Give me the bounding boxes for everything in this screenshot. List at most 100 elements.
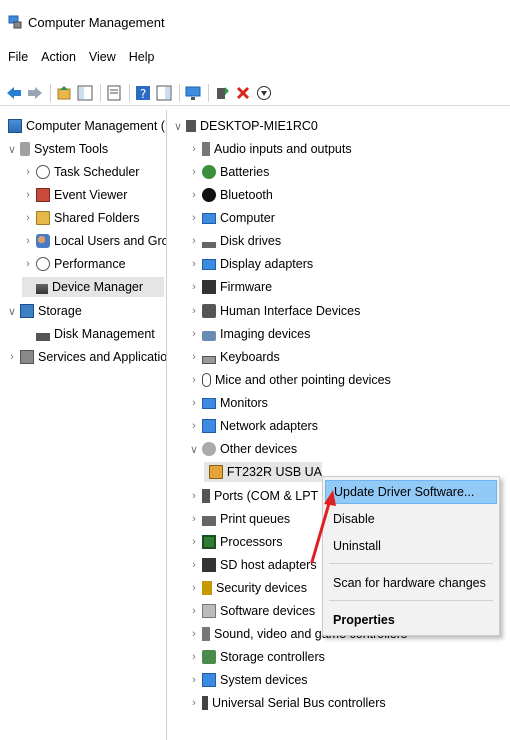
expander[interactable]: ∨ [188, 443, 200, 456]
device-label: Monitors [220, 396, 268, 410]
tree-item-storage[interactable]: ∨ Storage [6, 301, 82, 321]
expander[interactable]: › [188, 328, 200, 340]
expander[interactable]: › [188, 536, 200, 548]
shared-folder-icon [36, 211, 50, 225]
expander[interactable]: › [188, 305, 200, 317]
device-category[interactable]: › Ports (COM & LPT [188, 486, 318, 506]
expander[interactable]: › [188, 490, 200, 502]
tree-item-services-applications[interactable]: › Services and Applications [6, 347, 166, 367]
help-icon[interactable]: ? [135, 85, 151, 101]
tree-item-task-scheduler[interactable]: › Task Scheduler [22, 162, 139, 182]
expander[interactable]: › [22, 189, 34, 201]
menu-help[interactable]: Help [129, 50, 155, 70]
device-label: FT232R USB UA [226, 465, 322, 479]
device-category[interactable]: › Disk drives [188, 231, 281, 251]
expander[interactable]: › [188, 189, 200, 201]
show-hide-tree-icon[interactable] [77, 85, 93, 101]
expander[interactable]: › [188, 235, 200, 247]
expander[interactable]: › [188, 212, 200, 224]
menu-view[interactable]: View [89, 50, 116, 70]
device-category[interactable]: › Imaging devices [188, 324, 310, 344]
expander[interactable]: › [188, 351, 200, 363]
expander[interactable]: › [188, 143, 200, 155]
expander[interactable]: › [188, 605, 200, 617]
event-viewer-icon [36, 188, 50, 202]
device-category[interactable]: › Security devices [188, 578, 307, 598]
expander[interactable]: › [188, 374, 200, 386]
device-category[interactable]: › Human Interface Devices [188, 301, 360, 321]
update-driver-icon[interactable] [214, 85, 230, 101]
back-icon[interactable] [6, 85, 22, 101]
device-category[interactable]: › Audio inputs and outputs [188, 139, 352, 159]
menu-uninstall[interactable]: Uninstall [325, 534, 497, 558]
menu-scan-hardware[interactable]: Scan for hardware changes [325, 571, 497, 595]
expander[interactable]: ∨ [6, 305, 18, 318]
expander[interactable]: › [188, 281, 200, 293]
menu-disable[interactable]: Disable [325, 507, 497, 531]
tree-item-performance[interactable]: › Performance [22, 254, 126, 274]
device-category[interactable]: › SD host adapters [188, 555, 317, 575]
tree-item-event-viewer[interactable]: › Event Viewer [22, 185, 127, 205]
up-icon[interactable] [56, 85, 72, 101]
tree-item-device-manager[interactable]: Device Manager [22, 277, 164, 297]
expander[interactable]: › [22, 166, 34, 178]
system-icon [202, 673, 216, 687]
expander[interactable]: ∨ [6, 143, 18, 156]
uninstall-icon[interactable] [235, 85, 251, 101]
toolbar-separator [129, 83, 130, 102]
device-category[interactable]: › Bluetooth [188, 185, 273, 205]
toolbar-separator [179, 83, 180, 102]
expander[interactable]: › [188, 697, 200, 709]
device-category[interactable]: › Storage controllers [188, 647, 325, 667]
expander[interactable]: › [188, 674, 200, 686]
expander[interactable]: › [188, 397, 200, 409]
device-category[interactable]: › Processors [188, 532, 283, 552]
expander[interactable]: › [188, 628, 200, 640]
device-category[interactable]: › Monitors [188, 393, 268, 413]
expander[interactable]: › [188, 166, 200, 178]
device-category[interactable]: › Computer [188, 208, 275, 228]
tree-item-shared-folders[interactable]: › Shared Folders [22, 208, 139, 228]
expander[interactable]: ∨ [172, 120, 184, 133]
tree-item-local-users-groups[interactable]: › Local Users and Groups [22, 231, 166, 251]
device-label: Audio inputs and outputs [214, 142, 352, 156]
device-category-other[interactable]: ∨ Other devices [188, 439, 297, 459]
computer-management-icon [8, 119, 22, 133]
properties-icon[interactable] [106, 85, 122, 101]
menu-properties[interactable]: Properties [325, 608, 497, 632]
bluetooth-icon [202, 188, 216, 202]
device-category[interactable]: › Universal Serial Bus controllers [188, 693, 386, 713]
device-category[interactable]: › System devices [188, 670, 308, 690]
tree-item-computer-management[interactable]: Computer Management (Local [6, 116, 166, 136]
monitor-icon[interactable] [185, 85, 201, 101]
expander[interactable]: › [188, 582, 200, 594]
device-category[interactable]: › Print queues [188, 509, 290, 529]
device-category[interactable]: › Keyboards [188, 347, 280, 367]
tree-item-system-tools[interactable]: ∨ System Tools [6, 139, 108, 159]
scan-icon[interactable] [256, 85, 272, 101]
tree-item-disk-management[interactable]: Disk Management [22, 324, 155, 344]
device-ft232r[interactable]: FT232R USB UA [204, 462, 322, 482]
expander[interactable]: › [22, 235, 34, 247]
expander[interactable]: › [22, 258, 34, 270]
expander[interactable]: › [188, 513, 200, 525]
menu-action[interactable]: Action [41, 50, 76, 70]
action-pane-icon[interactable] [156, 85, 172, 101]
device-root[interactable]: ∨ DESKTOP-MIE1RC0 [172, 116, 318, 136]
device-category[interactable]: › Mice and other pointing devices [188, 370, 391, 390]
expander[interactable]: › [22, 212, 34, 224]
expander[interactable]: › [188, 420, 200, 432]
expander[interactable]: › [188, 258, 200, 270]
menu-update-driver[interactable]: Update Driver Software... [325, 480, 497, 504]
forward-icon[interactable] [27, 85, 43, 101]
expander[interactable]: › [6, 351, 18, 363]
device-category[interactable]: › Software devices [188, 601, 315, 621]
disk-drive-icon [202, 242, 216, 248]
expander[interactable]: › [188, 651, 200, 663]
expander[interactable]: › [188, 559, 200, 571]
menu-file[interactable]: File [8, 50, 28, 70]
device-category[interactable]: › Batteries [188, 162, 269, 182]
device-category[interactable]: › Firmware [188, 277, 272, 297]
device-category[interactable]: › Display adapters [188, 254, 313, 274]
device-category[interactable]: › Network adapters [188, 416, 318, 436]
